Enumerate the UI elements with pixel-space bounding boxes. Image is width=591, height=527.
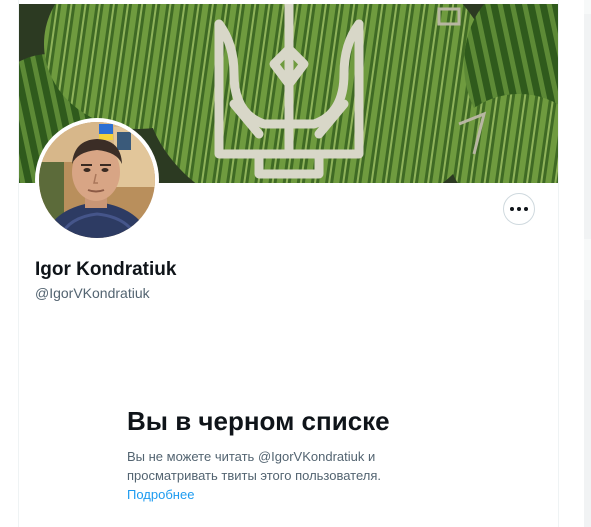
blocked-description-line-2: просматривать твиты этого пользователя.: [127, 468, 382, 483]
blocked-notice: Вы в черном списке Вы не можете читать @…: [127, 405, 457, 504]
more-dots-icon: [510, 207, 528, 211]
sidebar-card: [584, 300, 591, 527]
learn-more-link[interactable]: Подробнее: [127, 487, 194, 502]
profile-column: Igor Kondratiuk @IgorVKondratiuk Вы в че…: [18, 0, 559, 527]
sidebar-edge: [584, 0, 591, 527]
blocked-title: Вы в черном списке: [127, 406, 390, 436]
username-handle: @IgorVKondratiuk: [35, 285, 150, 301]
avatar[interactable]: [39, 122, 155, 238]
profile-page: Igor Kondratiuk @IgorVKondratiuk Вы в че…: [0, 0, 591, 527]
sidebar-card: [584, 14, 591, 239]
blocked-description-line-1: Вы не можете читать @IgorVKondratiuk и: [127, 449, 376, 464]
avatar-frame[interactable]: [35, 118, 159, 242]
blocked-description: Вы не можете читать @IgorVKondratiuk и п…: [127, 447, 457, 485]
display-name: Igor Kondratiuk: [35, 259, 177, 280]
more-options-button[interactable]: [503, 193, 535, 225]
